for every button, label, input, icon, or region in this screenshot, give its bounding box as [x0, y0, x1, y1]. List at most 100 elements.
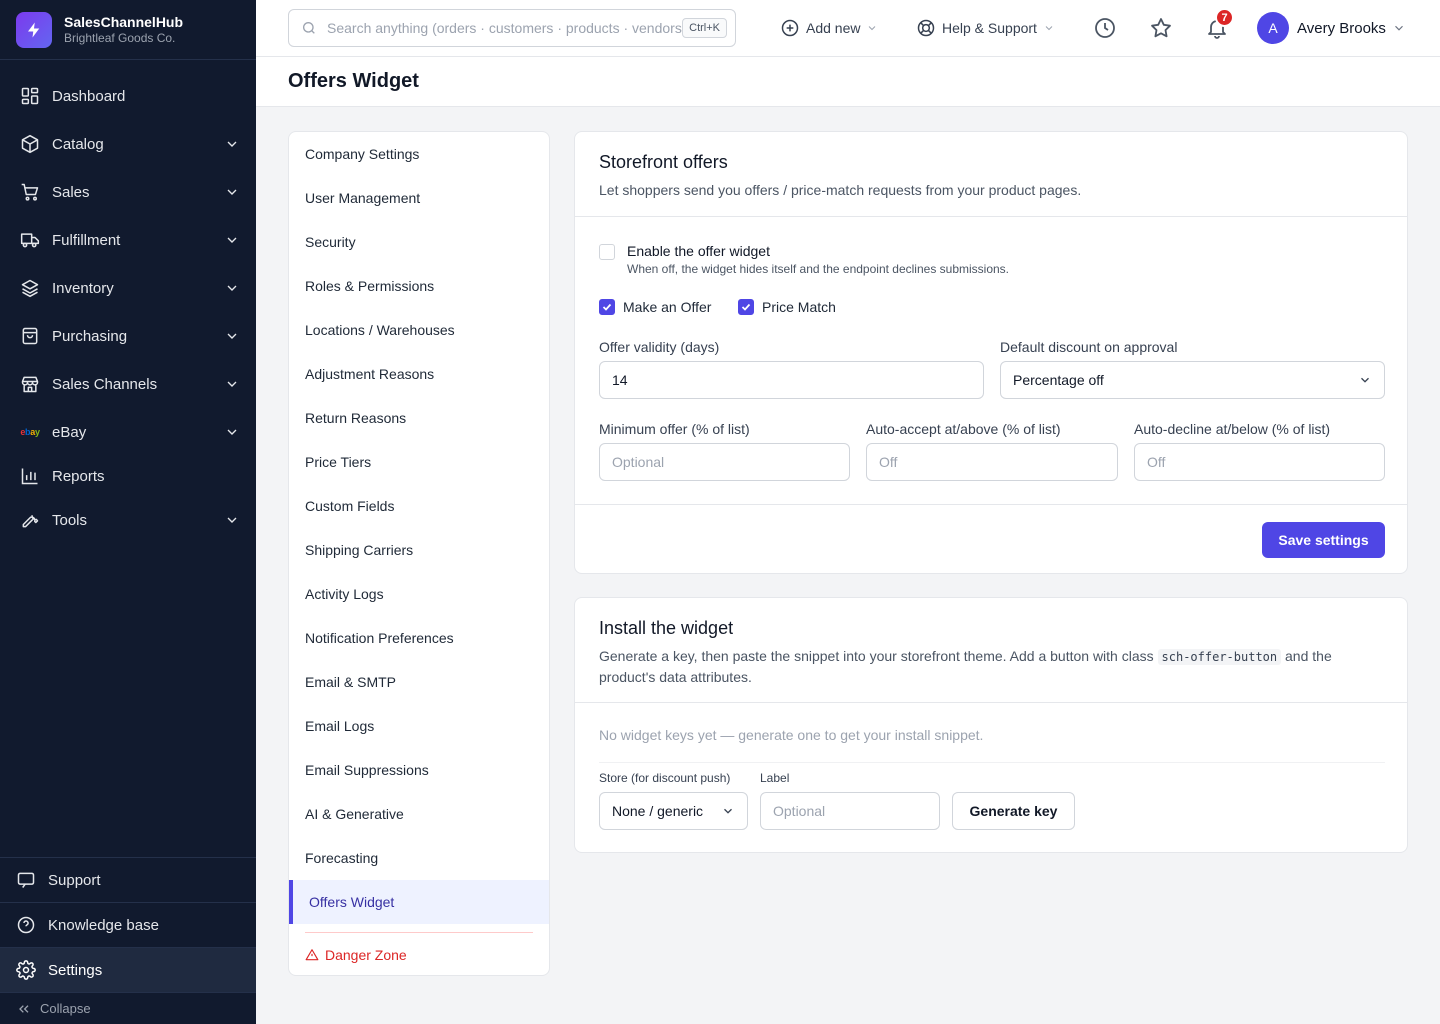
sidebar-item-sales-channels[interactable]: Sales Channels [0, 360, 256, 408]
search-box[interactable]: Ctrl+K [288, 9, 736, 47]
settings-item-price-tiers[interactable]: Price Tiers [289, 440, 549, 484]
chevron-down-icon [227, 429, 237, 435]
sidebar-item-label: Settings [48, 961, 103, 979]
settings-item-custom-fields[interactable]: Custom Fields [289, 484, 549, 528]
settings-item-locations-warehouses[interactable]: Locations / Warehouses [289, 308, 549, 352]
save-settings-button[interactable]: Save settings [1262, 522, 1385, 558]
sidebar-item-label: Sales [52, 183, 90, 201]
sidebar-item-reports[interactable]: Reports [0, 456, 256, 496]
bolt-icon [16, 11, 52, 48]
settings-item-shipping-carriers[interactable]: Shipping Carriers [289, 528, 549, 572]
card-header: Storefront offers Let shoppers send you … [575, 132, 1407, 217]
settings-item-danger-zone[interactable]: Danger Zone [289, 933, 549, 975]
settings-item-notification-preferences[interactable]: Notification Preferences [289, 616, 549, 660]
sidebar-item-purchasing[interactable]: Purchasing [0, 312, 256, 360]
dashboard-icon [20, 86, 40, 106]
search-shortcut: Ctrl+K [682, 18, 727, 38]
price-match-checkbox[interactable] [738, 299, 754, 315]
price-match-option[interactable]: Price Match [738, 299, 836, 315]
minimum-offer-label: Minimum offer (% of list) [599, 421, 750, 437]
sidebar-item-support[interactable]: Support [0, 857, 256, 902]
settings-item-offers-widget[interactable]: Offers Widget [289, 880, 549, 924]
store-label: Store (for discount push) [599, 771, 731, 785]
chevron-down-icon [227, 517, 237, 523]
offer-validity-label: Offer validity (days) [599, 339, 720, 355]
sidebar-item-label: Reports [52, 467, 105, 485]
user-name: Avery Brooks [1297, 19, 1386, 37]
make-offer-checkbox[interactable] [599, 299, 615, 315]
bar-chart-icon [20, 466, 40, 486]
search-input[interactable] [327, 20, 683, 36]
sidebar-nav: Dashboard Catalog Sales Fulfillment Inve… [0, 60, 256, 544]
lifebuoy-icon [917, 19, 935, 37]
store-select[interactable]: None / generic [599, 792, 748, 830]
sidebar-item-ebay[interactable]: ebay eBay [0, 408, 256, 456]
settings-item-forecasting[interactable]: Forecasting [289, 836, 549, 880]
minimum-offer-input[interactable] [599, 443, 850, 481]
star-icon [1151, 18, 1171, 38]
brand[interactable]: SalesChannelHub Brightleaf Goods Co. [0, 0, 256, 60]
plus-circle-icon [781, 19, 799, 37]
recent-history-button[interactable] [1093, 16, 1117, 40]
help-circle-icon [16, 915, 36, 935]
chevron-down-icon [724, 808, 732, 814]
card-description: Generate a key, then paste the snippet i… [599, 646, 1383, 687]
settings-item-ai-generative[interactable]: AI & Generative [289, 792, 549, 836]
chevron-down-icon [227, 189, 237, 195]
danger-zone-label: Danger Zone [325, 947, 407, 963]
collapse-sidebar-button[interactable]: Collapse [0, 992, 256, 1024]
sidebar-item-knowledge-base[interactable]: Knowledge base [0, 902, 256, 947]
add-new-label: Add new [806, 20, 861, 36]
settings-item-roles-permissions[interactable]: Roles & Permissions [289, 264, 549, 308]
warning-triangle-icon [305, 949, 319, 961]
search-icon [303, 22, 315, 34]
brand-name: SalesChannelHub [64, 13, 184, 30]
settings-item-email-smtp[interactable]: Email & SMTP [289, 660, 549, 704]
enable-widget-label: Enable the offer widget [627, 243, 770, 259]
settings-item-email-suppressions[interactable]: Email Suppressions [289, 748, 549, 792]
make-offer-label: Make an Offer [623, 299, 712, 315]
add-new-button[interactable]: Add new [780, 15, 878, 41]
settings-item-user-management[interactable]: User Management [289, 176, 549, 220]
clock-icon [1095, 18, 1115, 38]
settings-item-adjustment-reasons[interactable]: Adjustment Reasons [289, 352, 549, 396]
card-footer-divider [575, 504, 1407, 505]
default-discount-select[interactable]: Percentage off [1000, 361, 1385, 399]
card-description: Let shoppers send you offers / price-mat… [599, 182, 1082, 198]
settings-menu: Company Settings User Management Securit… [288, 131, 550, 976]
sidebar-item-sales[interactable]: Sales [0, 168, 256, 216]
auto-decline-input[interactable] [1134, 443, 1385, 481]
default-discount-value: Percentage off [1013, 372, 1104, 388]
favorites-button[interactable] [1149, 16, 1173, 40]
settings-item-activity-logs[interactable]: Activity Logs [289, 572, 549, 616]
make-offer-option[interactable]: Make an Offer [599, 299, 711, 315]
settings-item-company-settings[interactable]: Company Settings [289, 132, 549, 176]
storefront-offers-card: Storefront offers Let shoppers send you … [574, 131, 1408, 574]
settings-item-return-reasons[interactable]: Return Reasons [289, 396, 549, 440]
sidebar-item-tools[interactable]: Tools [0, 496, 256, 544]
notifications-button[interactable]: 7 [1205, 8, 1234, 40]
auto-accept-input[interactable] [866, 443, 1118, 481]
layers-icon [20, 278, 40, 298]
chevron-down-icon [227, 237, 237, 243]
key-label-input[interactable] [760, 792, 940, 830]
sidebar-item-settings[interactable]: Settings [0, 947, 256, 992]
collapse-label: Collapse [40, 1001, 91, 1016]
sidebar-item-fulfillment[interactable]: Fulfillment [0, 216, 256, 264]
user-menu[interactable]: A Avery Brooks [1257, 12, 1406, 44]
generate-key-button[interactable]: Generate key [952, 792, 1075, 830]
offer-validity-input[interactable] [599, 361, 984, 399]
settings-item-security[interactable]: Security [289, 220, 549, 264]
sidebar-item-label: Dashboard [52, 87, 126, 105]
shopping-bag-icon [20, 326, 40, 346]
sidebar-item-label: Catalog [52, 135, 104, 153]
default-discount-label: Default discount on approval [1000, 339, 1178, 355]
settings-item-email-logs[interactable]: Email Logs [289, 704, 549, 748]
sidebar: SalesChannelHub Brightleaf Goods Co. Das… [0, 0, 256, 1024]
enable-widget-checkbox[interactable] [599, 244, 615, 260]
help-support-button[interactable]: Help & Support [916, 15, 1055, 41]
sidebar-item-dashboard[interactable]: Dashboard [0, 72, 256, 120]
avatar: A [1257, 12, 1289, 44]
sidebar-item-inventory[interactable]: Inventory [0, 264, 256, 312]
sidebar-item-catalog[interactable]: Catalog [0, 120, 256, 168]
